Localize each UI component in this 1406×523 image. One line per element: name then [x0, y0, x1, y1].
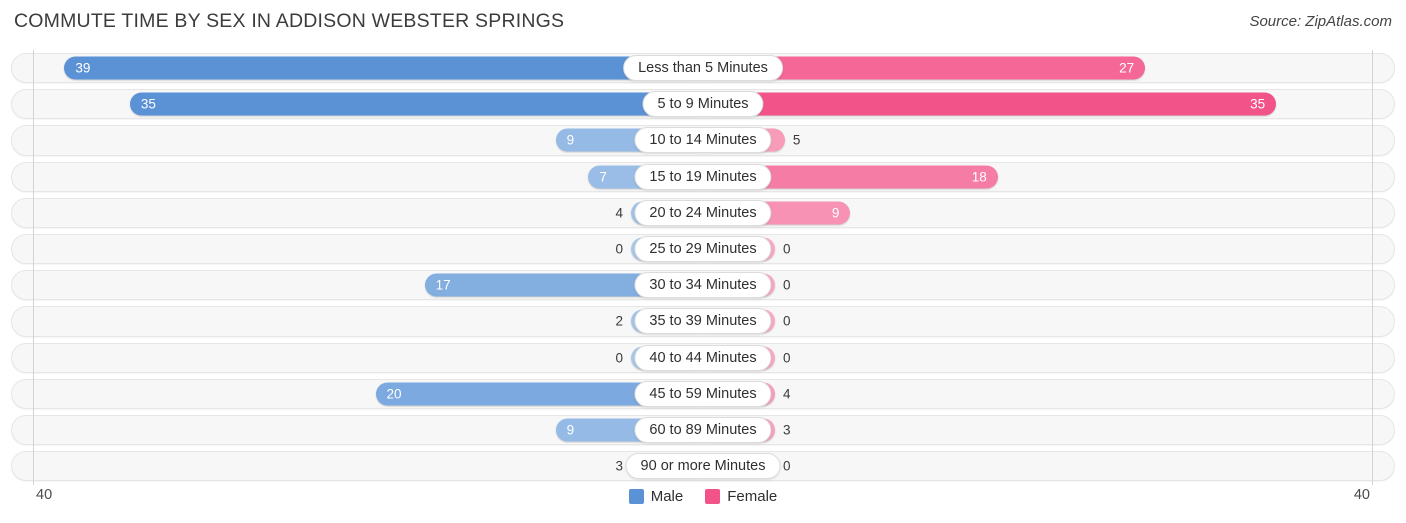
plot-area: 39 27 Less than 5 Minutes 35 35 5 to 9 Minute…: [0, 50, 1406, 485]
table-row: 17 0 30 to 34 Minutes: [0, 267, 1406, 303]
table-row: 7 18 15 to 19 Minutes: [0, 159, 1406, 195]
category-label: 60 to 89 Minutes: [634, 416, 772, 443]
male-bar-value: 9: [566, 422, 575, 438]
female-bar-value: 0: [783, 313, 791, 329]
table-row: 2 0 35 to 39 Minutes: [0, 303, 1406, 339]
legend-label: Male: [650, 488, 684, 505]
table-row: 35 35 5 to 9 Minutes: [0, 86, 1406, 122]
male-bar-value: 0: [615, 241, 623, 257]
male-bar-value: 20: [386, 386, 402, 402]
table-row: 3 0 90 or more Minutes: [0, 448, 1406, 484]
male-bar-value: 39: [75, 60, 91, 76]
chart-root: COMMUTE TIME BY SEX IN ADDISON WEBSTER S…: [0, 0, 1406, 523]
legend-swatch-icon: [628, 489, 644, 504]
legend-item-male[interactable]: Male: [628, 488, 684, 505]
category-label: 90 or more Minutes: [625, 453, 781, 480]
female-bar-value: 0: [783, 241, 791, 257]
female-bar-value: 9: [831, 205, 840, 221]
axis-line-right: [1372, 50, 1373, 485]
category-label: 40 to 44 Minutes: [634, 344, 772, 371]
axis-line-left: [33, 50, 34, 485]
table-row: 9 5 10 to 14 Minutes: [0, 122, 1406, 158]
table-row: 39 27 Less than 5 Minutes: [0, 50, 1406, 86]
male-bar-value: 0: [615, 350, 623, 366]
category-label: 35 to 39 Minutes: [634, 308, 772, 335]
female-bar[interactable]: 35: [703, 92, 1277, 116]
female-bar-value: 0: [783, 277, 791, 293]
legend: Male Female: [0, 488, 1406, 505]
male-bar[interactable]: 35: [129, 92, 703, 116]
male-bar-value: 2: [615, 313, 623, 329]
male-bar-value: 35: [140, 96, 156, 112]
category-label: 5 to 9 Minutes: [642, 91, 764, 118]
category-label: Less than 5 Minutes: [623, 55, 783, 82]
male-bar[interactable]: 39: [64, 56, 703, 80]
female-bar-value: 0: [783, 350, 791, 366]
category-label: 25 to 29 Minutes: [634, 236, 772, 263]
category-label: 15 to 19 Minutes: [634, 163, 772, 190]
legend-swatch-icon: [705, 489, 721, 504]
female-bar-value: 35: [1250, 96, 1266, 112]
category-label: 45 to 59 Minutes: [634, 380, 772, 407]
source-attribution: Source: ZipAtlas.com: [1249, 13, 1392, 30]
female-bar-value: 4: [783, 386, 791, 402]
table-row: 4 9 20 to 24 Minutes: [0, 195, 1406, 231]
male-bar-value: 7: [599, 169, 607, 185]
female-bar-value: 0: [783, 458, 791, 474]
table-row: 9 3 60 to 89 Minutes: [0, 412, 1406, 448]
legend-label: Female: [727, 488, 778, 505]
table-row: 0 0 40 to 44 Minutes: [0, 340, 1406, 376]
category-label: 30 to 34 Minutes: [634, 272, 772, 299]
table-row: 20 4 45 to 59 Minutes: [0, 376, 1406, 412]
category-label: 20 to 24 Minutes: [634, 199, 772, 226]
female-bar-value: 18: [971, 169, 987, 185]
male-bar-value: 17: [435, 277, 451, 293]
category-label: 10 to 14 Minutes: [634, 127, 772, 154]
male-bar-value: 3: [615, 458, 623, 474]
female-bar-value: 27: [1119, 60, 1135, 76]
bar-rows: 39 27 Less than 5 Minutes 35 35 5 to 9 Minute…: [0, 50, 1406, 484]
male-bar-value: 9: [566, 132, 575, 148]
female-bar-value: 3: [783, 422, 791, 438]
male-bar-value: 4: [615, 205, 623, 221]
chart-footer: 40 40 Male Female: [0, 485, 1406, 523]
legend-item-female[interactable]: Female: [705, 488, 777, 505]
table-row: 0 0 25 to 29 Minutes: [0, 231, 1406, 267]
female-bar-value: 5: [792, 132, 801, 148]
page-title: COMMUTE TIME BY SEX IN ADDISON WEBSTER S…: [14, 10, 565, 32]
